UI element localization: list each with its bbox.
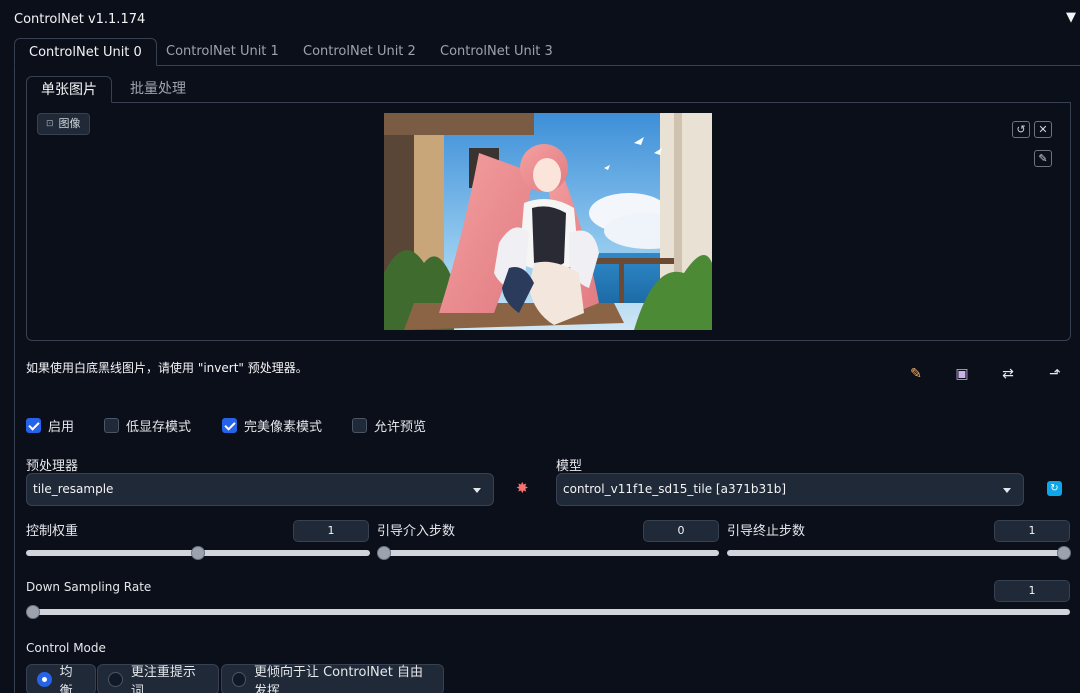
tab-controlnet-unit-2[interactable]: ControlNet Unit 2 <box>289 38 430 66</box>
weight-number-input[interactable]: 1 <box>293 520 369 542</box>
down-sampling-number-input[interactable]: 1 <box>994 580 1070 602</box>
checkbox-label: 低显存模式 <box>126 419 192 435</box>
allow-preview-checkbox[interactable]: 允许预览 <box>352 416 427 435</box>
radio-unselected[interactable] <box>232 672 246 687</box>
image-label-badge: ⊡ 图像 <box>37 113 90 135</box>
pixel-perfect-checkbox[interactable]: 完美像素模式 <box>222 416 323 435</box>
checkbox-label: 启用 <box>48 419 75 435</box>
tab-batch[interactable]: 批量处理 <box>116 76 200 103</box>
preprocessor-select[interactable]: tile_resample <box>26 473 494 506</box>
refresh-icon[interactable]: ↻ <box>1047 481 1062 496</box>
chevron-down-icon <box>1003 488 1011 493</box>
model-select[interactable]: control_v11f1e_sd15_tile [a371b31b] <box>556 473 1024 506</box>
radio-label: 更倾向于让 ControlNet 自由发挥 <box>253 664 424 693</box>
undo-icon[interactable]: ↺ <box>1012 121 1030 138</box>
guidance-end-slider-track[interactable] <box>727 550 1070 556</box>
chevron-down-icon <box>473 488 481 493</box>
guidance-end-slider-thumb[interactable] <box>1057 546 1071 560</box>
checkbox-box[interactable] <box>104 417 119 433</box>
swap-icon[interactable]: ⇄ <box>999 365 1017 383</box>
control-mode-prompt[interactable]: 更注重提示词 <box>97 664 219 693</box>
checkbox-box[interactable] <box>222 417 237 433</box>
guidance-start-label: 引导介入步数 <box>377 524 456 539</box>
send-dimensions-icon[interactable]: ⬏ <box>1046 365 1064 383</box>
uploaded-image <box>384 113 712 330</box>
control-mode-label: Control Mode <box>26 641 106 655</box>
enable-checkbox[interactable]: 启用 <box>26 416 75 435</box>
model-label: 模型 <box>556 459 583 474</box>
guidance-end-number-input[interactable]: 1 <box>994 520 1070 542</box>
guidance-start-slider-track[interactable] <box>377 550 719 556</box>
guidance-end-label: 引导终止步数 <box>727 524 806 539</box>
preprocessor-value: tile_resample <box>33 482 114 496</box>
panel-title[interactable]: ControlNet v1.1.174 <box>14 12 145 27</box>
explosion-icon[interactable]: ✸ <box>516 479 529 497</box>
camera-icon[interactable]: ▣ <box>953 365 971 383</box>
weight-slider-thumb[interactable] <box>191 546 205 560</box>
preprocessor-label: 预处理器 <box>26 459 79 474</box>
down-sampling-slider-track[interactable] <box>26 609 1070 615</box>
guidance-start-number-input[interactable]: 0 <box>643 520 719 542</box>
close-icon[interactable]: ✕ <box>1034 121 1052 138</box>
checkbox-box[interactable] <box>26 417 41 433</box>
image-label-text: 图像 <box>58 117 81 130</box>
tab-controlnet-unit-0[interactable]: ControlNet Unit 0 <box>14 38 157 66</box>
model-value: control_v11f1e_sd15_tile [a371b31b] <box>563 482 787 496</box>
image-icon: ⊡ <box>46 119 54 129</box>
invert-hint: 如果使用白底黑线图片，请使用 "invert" 预处理器。 <box>26 361 308 375</box>
triangle-down-icon[interactable]: ▼ <box>1066 10 1076 25</box>
radio-unselected[interactable] <box>108 672 123 687</box>
brush-icon[interactable]: ✎ <box>1034 150 1052 167</box>
low-vram-checkbox[interactable]: 低显存模式 <box>104 416 192 435</box>
checkbox-box[interactable] <box>352 417 367 433</box>
checkbox-label: 完美像素模式 <box>244 419 323 435</box>
tab-controlnet-unit-1[interactable]: ControlNet Unit 1 <box>152 38 293 66</box>
down-sampling-label: Down Sampling Rate <box>26 580 152 594</box>
control-mode-balanced[interactable]: 均衡 <box>26 664 96 693</box>
radio-label: 均衡 <box>59 664 73 693</box>
guidance-start-slider-thumb[interactable] <box>377 546 391 560</box>
tab-controlnet-unit-3[interactable]: ControlNet Unit 3 <box>426 38 567 66</box>
control-mode-controlnet[interactable]: 更倾向于让 ControlNet 自由发挥 <box>221 664 444 693</box>
radio-selected[interactable] <box>37 672 52 687</box>
down-sampling-slider-thumb[interactable] <box>26 605 40 619</box>
checkbox-label: 允许预览 <box>374 419 427 435</box>
new-canvas-icon[interactable]: ✎ <box>907 365 925 383</box>
tab-single-image[interactable]: 单张图片 <box>26 76 112 103</box>
radio-label: 更注重提示词 <box>130 664 196 693</box>
weight-label: 控制权重 <box>26 524 79 539</box>
